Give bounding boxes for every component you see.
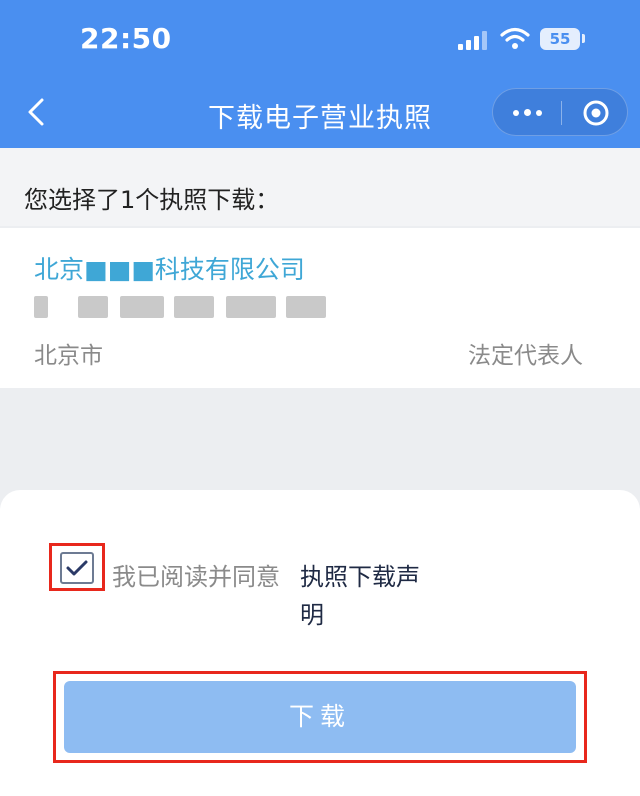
license-statement-link[interactable]: 执照下载声明: [300, 558, 440, 634]
chevron-left-icon: [28, 98, 44, 126]
download-button[interactable]: 下载: [64, 681, 576, 753]
page-title: 下载电子营业执照: [208, 103, 432, 134]
more-button[interactable]: [493, 89, 561, 137]
battery-icon: 55: [540, 28, 580, 50]
close-button[interactable]: [562, 89, 629, 137]
status-time: 22:50: [80, 22, 172, 55]
battery-level: 55: [549, 30, 571, 48]
company-name[interactable]: 北京■■■科技有限公司: [34, 250, 305, 286]
agree-text: 我已阅读并同意: [112, 563, 280, 591]
masked-credit-code: [34, 296, 334, 318]
back-button[interactable]: [18, 92, 58, 132]
battery-nub: [582, 34, 585, 43]
license-role: 法定代表人: [468, 343, 583, 369]
mini-program-capsule: [492, 88, 628, 136]
target-close-icon: [583, 100, 609, 126]
wifi-icon: [500, 27, 530, 49]
license-city: 北京市: [34, 343, 103, 369]
signal-icon: [458, 30, 492, 50]
agree-checkbox[interactable]: [60, 552, 94, 584]
selection-header: 您选择了1个执照下载：: [24, 186, 280, 214]
checkmark-icon: [66, 560, 88, 576]
